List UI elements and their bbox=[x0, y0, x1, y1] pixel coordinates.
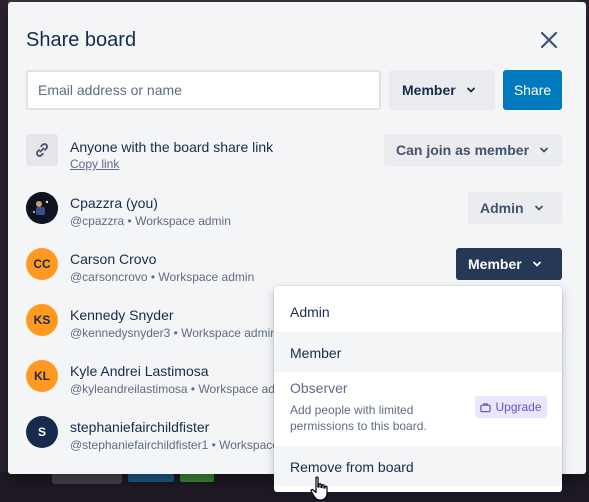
backdrop-edge-left bbox=[0, 0, 8, 502]
member-role-select[interactable]: Admin bbox=[468, 192, 562, 224]
member-role-label: Member bbox=[468, 256, 522, 272]
chevron-down-icon bbox=[539, 145, 549, 155]
invite-role-select[interactable]: Member bbox=[389, 70, 495, 110]
email-input[interactable] bbox=[26, 70, 381, 110]
member-subtitle: @cpazzra • Workspace admin bbox=[70, 214, 231, 228]
member-role-select[interactable]: Member bbox=[456, 248, 562, 280]
menu-item-description: Add people with limited permissions to t… bbox=[290, 403, 427, 433]
chevron-down-icon bbox=[532, 259, 542, 269]
menu-item-label: Remove from board bbox=[290, 459, 414, 475]
member-name: Kennedy Snyder bbox=[70, 307, 174, 323]
member-name: Cpazzra (you) bbox=[70, 195, 158, 211]
member-name: stephaniefairchildfister bbox=[70, 419, 210, 435]
link-icon bbox=[26, 134, 58, 166]
share-link-permission-select[interactable]: Can join as member bbox=[384, 134, 562, 166]
avatar: CC bbox=[26, 248, 58, 280]
chevron-down-icon bbox=[534, 203, 544, 213]
menu-item-label: Observer bbox=[290, 380, 348, 396]
avatar bbox=[26, 192, 58, 224]
member-subtitle: @carsoncrovo • Workspace admin bbox=[70, 270, 255, 284]
menu-item-member[interactable]: Member bbox=[274, 332, 562, 372]
member-subtitle: @kyleandreilastimosa • Workspace admin bbox=[70, 382, 295, 396]
dialog-title: Share board bbox=[26, 29, 137, 51]
menu-item-label: Admin bbox=[290, 304, 330, 320]
upgrade-badge-label: Upgrade bbox=[495, 400, 542, 414]
member-name: Carson Crovo bbox=[70, 251, 157, 267]
copy-link[interactable]: Copy link bbox=[70, 157, 119, 171]
avatar: KS bbox=[26, 304, 58, 336]
menu-item-label: Member bbox=[290, 345, 342, 361]
avatar-photo-icon bbox=[26, 192, 58, 224]
member-role-label: Admin bbox=[480, 200, 524, 216]
share-link-row: Anyone with the board share link Copy li… bbox=[26, 134, 562, 174]
member-row: Cpazzra (you) @cpazzra • Workspace admin… bbox=[26, 192, 562, 232]
share-link-title: Anyone with the board share link bbox=[70, 139, 274, 155]
menu-item-admin[interactable]: Admin bbox=[274, 286, 562, 330]
menu-item-observer[interactable]: Observer Add people with limited permiss… bbox=[274, 372, 562, 444]
invite-role-label: Member bbox=[402, 82, 456, 98]
briefcase-icon bbox=[480, 402, 492, 412]
share-link-permission-label: Can join as member bbox=[396, 142, 530, 158]
member-subtitle: @kennedysnyder3 • Workspace admin bbox=[70, 326, 277, 340]
close-button[interactable] bbox=[538, 29, 560, 51]
chevron-down-icon bbox=[466, 85, 476, 95]
avatar: KL bbox=[26, 360, 58, 392]
member-row: CC Carson Crovo @carsoncrovo • Workspace… bbox=[26, 248, 562, 288]
close-icon bbox=[540, 31, 558, 49]
member-name: Kyle Andrei Lastimosa bbox=[70, 363, 209, 379]
role-dropdown-menu: Admin Member Observer Add people with li… bbox=[274, 286, 562, 492]
hand-cursor-icon bbox=[310, 476, 328, 501]
share-button[interactable]: Share bbox=[503, 70, 562, 110]
upgrade-badge[interactable]: Upgrade bbox=[475, 396, 547, 418]
avatar: S bbox=[26, 416, 58, 448]
